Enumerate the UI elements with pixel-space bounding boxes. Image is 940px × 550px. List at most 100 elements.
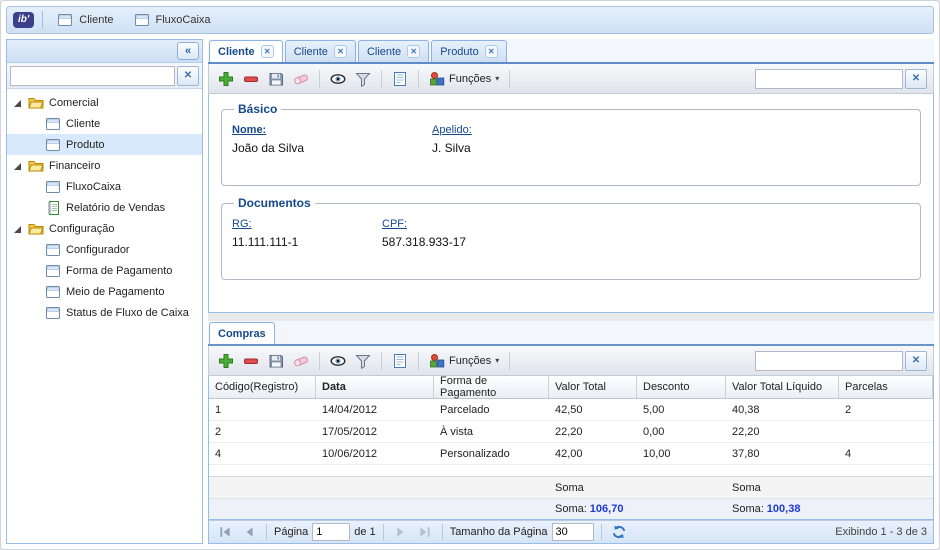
view-button[interactable] [327, 350, 349, 372]
tab-produto[interactable]: Produto ✕ [431, 40, 507, 62]
close-tab-icon[interactable]: ✕ [484, 45, 498, 58]
report-button[interactable] [389, 68, 411, 90]
column-header-parcelas[interactable]: Parcelas [839, 376, 933, 398]
field-label-apelido[interactable]: Apelido: [432, 124, 472, 136]
form-search-input[interactable] [755, 68, 903, 89]
summary-valor-total-label: Soma [555, 481, 584, 494]
navigation-sidebar: « ✕ Comercial Cliente Produto Financeiro… [6, 39, 203, 544]
column-header-valor-total-liquido[interactable]: Valor Total Líquido [726, 376, 839, 398]
refresh-button[interactable] [609, 523, 629, 541]
column-header-desconto[interactable]: Desconto [637, 376, 726, 398]
brand-logo: ib' [13, 12, 35, 28]
expander-icon[interactable] [13, 224, 23, 234]
tab-cliente-1[interactable]: Cliente ✕ [209, 40, 283, 62]
remove-button[interactable] [240, 350, 262, 372]
add-button[interactable] [215, 68, 237, 90]
soma-valor-total: 106,70 [589, 503, 624, 515]
tree-node-meio-de-pagamento[interactable]: Meio de Pagamento [7, 281, 202, 302]
first-page-button[interactable] [215, 523, 235, 541]
funcoes-menu-button[interactable]: Funções ▾ [426, 68, 502, 90]
save-icon [268, 71, 284, 87]
tree-node-relatorio-de-vendas[interactable]: Relatório de Vendas [7, 197, 202, 218]
column-header-codigo[interactable]: Código(Registro) [209, 376, 316, 398]
tree-node-forma-de-pagamento[interactable]: Forma de Pagamento [7, 260, 202, 281]
view-button[interactable] [327, 68, 349, 90]
grid-search-input[interactable] [755, 350, 903, 371]
funcoes-menu-button[interactable]: Funções ▾ [426, 350, 502, 372]
cell-parcelas [839, 421, 933, 442]
close-tab-icon[interactable]: ✕ [407, 45, 421, 58]
paging-separator [382, 524, 384, 540]
expander-icon[interactable] [13, 98, 23, 108]
displayed-range-label: Exibindo 1 - 3 de 3 [835, 526, 927, 538]
fieldset-legend: Básico [238, 102, 278, 116]
tree-filter-input[interactable] [10, 65, 175, 86]
remove-button[interactable] [240, 68, 262, 90]
page-count-label: de 1 [354, 526, 376, 538]
tree-node-cliente[interactable]: Cliente [7, 113, 202, 134]
tree-node-comercial[interactable]: Comercial [7, 92, 202, 113]
erase-button[interactable] [290, 68, 312, 90]
folder-icon [28, 95, 44, 111]
page-number-input[interactable] [312, 523, 351, 541]
clear-filter-button[interactable]: ✕ [177, 65, 199, 86]
close-tab-icon[interactable]: ✕ [260, 45, 274, 58]
table-row[interactable]: 2 17/05/2012 À vista 22,20 0,00 22,20 [209, 421, 933, 443]
filter-icon [355, 353, 371, 369]
tab-cliente-2[interactable]: Cliente ✕ [284, 40, 356, 62]
tree-node-financeiro[interactable]: Financeiro [7, 155, 202, 176]
next-page-icon [393, 524, 409, 540]
tree-node-status-de-fluxo-de-caixa[interactable]: Status de Fluxo de Caixa [7, 302, 202, 323]
column-header-data[interactable]: Data [316, 376, 434, 398]
window-icon [45, 116, 61, 132]
close-tab-icon[interactable]: ✕ [333, 45, 347, 58]
report-button[interactable] [389, 350, 411, 372]
column-header-valor-total[interactable]: Valor Total [549, 376, 637, 398]
page-size-input[interactable] [551, 523, 594, 541]
funcoes-label: Funções [449, 354, 492, 367]
previous-page-button[interactable] [239, 523, 259, 541]
eraser-icon [293, 353, 309, 369]
save-icon [268, 353, 284, 369]
add-button[interactable] [215, 350, 237, 372]
collapse-sidebar-button[interactable]: « [177, 42, 199, 60]
tree-node-produto[interactable]: Produto [7, 134, 202, 155]
field-label-rg[interactable]: RG: [232, 218, 382, 230]
tab-label: Cliente [218, 45, 255, 58]
window-icon [45, 263, 61, 279]
table-row[interactable]: 4 10/06/2012 Personalizado 42,00 10,00 3… [209, 443, 933, 465]
tree-node-fluxocaixa[interactable]: FluxoCaixa [7, 176, 202, 197]
header-button-fluxocaixa[interactable]: FluxoCaixa [128, 10, 217, 30]
next-page-button[interactable] [391, 523, 411, 541]
cell-valor-liquido: 37,80 [732, 447, 760, 460]
sidebar-filter-bar: ✕ [7, 63, 202, 89]
filter-button[interactable] [352, 350, 374, 372]
toolbar-separator [319, 351, 320, 370]
field-value-apelido: J. Silva [432, 141, 471, 155]
plus-icon [218, 71, 234, 87]
cell-data: 14/04/2012 [322, 403, 378, 416]
header-button-cliente[interactable]: Cliente [51, 10, 119, 30]
minus-icon [243, 353, 259, 369]
tab-compras[interactable]: Compras [209, 322, 275, 344]
clear-search-button[interactable]: ✕ [905, 350, 927, 371]
erase-button[interactable] [290, 350, 312, 372]
tab-cliente-3[interactable]: Cliente ✕ [357, 40, 430, 62]
save-button[interactable] [265, 68, 287, 90]
filter-button[interactable] [352, 68, 374, 90]
field-label-cpf[interactable]: CPF: [382, 218, 466, 230]
clear-search-button[interactable]: ✕ [905, 68, 927, 89]
field-label-nome[interactable]: Nome: [232, 124, 432, 136]
last-page-button[interactable] [415, 523, 435, 541]
save-button[interactable] [265, 350, 287, 372]
cell-forma: À vista [440, 425, 474, 438]
cell-desconto: 0,00 [643, 425, 665, 438]
grid-empty-area [209, 465, 933, 476]
tree-node-label: Configuração [49, 222, 115, 235]
column-header-forma-de-pagamento[interactable]: Forma de Pagamento [434, 375, 549, 399]
tree-node-configuracao[interactable]: Configuração [7, 218, 202, 239]
expander-icon[interactable] [13, 161, 23, 171]
horizontal-splitter[interactable] [208, 313, 934, 321]
table-row[interactable]: 1 14/04/2012 Parcelado 42,50 5,00 40,38 … [209, 399, 933, 421]
tree-node-configurador[interactable]: Configurador [7, 239, 202, 260]
